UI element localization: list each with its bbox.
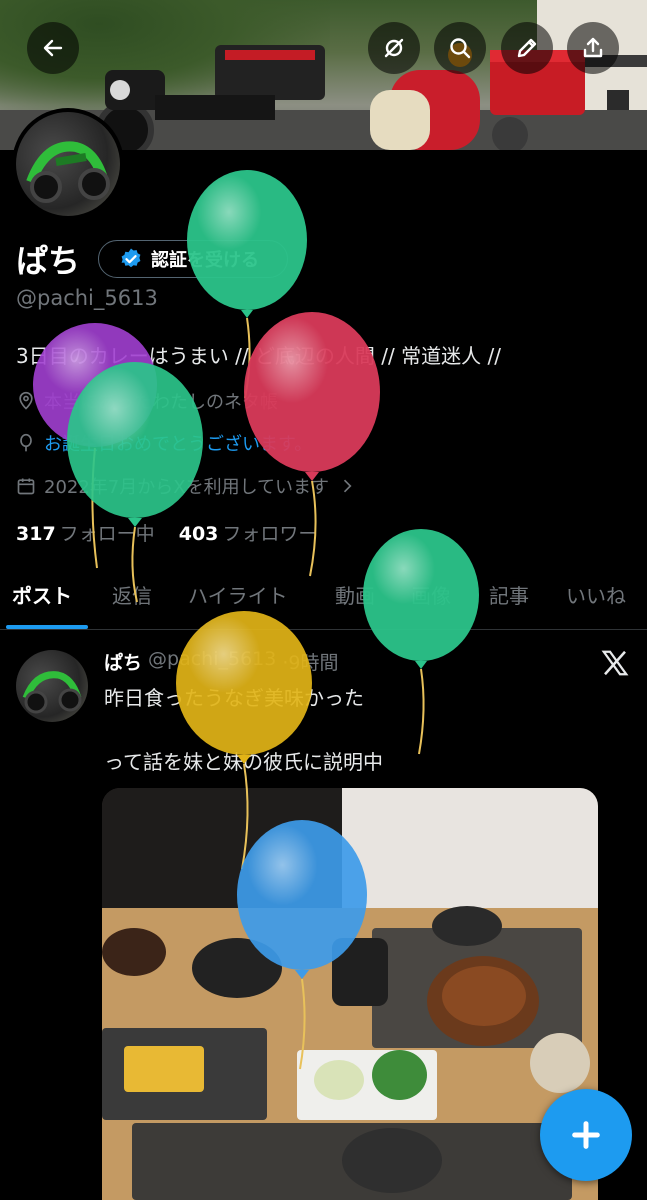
balloon-icon: [20, 433, 32, 452]
post-image[interactable]: [102, 788, 598, 1200]
tab-videos[interactable]: 動画: [335, 580, 375, 609]
following-link[interactable]: 317 フォロー中: [16, 523, 155, 545]
profile-location: 本当にあったわたしのネタ帳: [16, 388, 278, 414]
compose-post-button[interactable]: [540, 1089, 632, 1181]
following-label: フォロー中: [59, 523, 155, 545]
x-logo-icon: [601, 650, 629, 676]
tab-replies[interactable]: 返信: [112, 580, 152, 609]
birthday-link[interactable]: お誕生日おめでとうございます。: [44, 430, 312, 456]
share-button[interactable]: [567, 22, 619, 74]
grok-icon: [384, 38, 404, 58]
arrow-left-icon: [43, 39, 63, 57]
share-icon: [583, 37, 603, 58]
location-text: 本当にあったわたしのネタ帳: [44, 392, 278, 413]
profile-handle: @pachi_5613: [16, 286, 158, 310]
tab-posts[interactable]: ポスト: [12, 580, 72, 609]
search-button[interactable]: [434, 22, 486, 74]
profile-name: ぱち: [16, 242, 81, 280]
joined-text: 2022年7月からXを利用しています: [44, 477, 330, 498]
location-pin-icon: [19, 391, 33, 410]
profile-joined[interactable]: 2022年7月からXを利用しています: [16, 473, 357, 499]
post-text-line-2: って話を妹と妹の彼氏に説明中: [104, 750, 383, 774]
active-tab-indicator: [6, 625, 88, 629]
follow-stats: 317 フォロー中 403 フォロワー: [16, 519, 317, 546]
post-author-handle[interactable]: @pachi_5613: [148, 648, 276, 675]
edit-button[interactable]: [501, 22, 553, 74]
edit-icon: [517, 38, 537, 58]
get-verified-button[interactable]: 認証を受ける: [98, 240, 288, 278]
profile-avatar[interactable]: [12, 108, 124, 220]
profile-bio: 3日目のカレーはうまい // ど底辺の人間 // 常道迷人 //: [16, 344, 501, 368]
tab-likes[interactable]: いいね: [566, 580, 626, 609]
tab-images[interactable]: 画像: [411, 580, 451, 609]
plus-icon: [572, 1121, 600, 1149]
calendar-icon: [17, 478, 35, 495]
profile-tabs: ポスト 返信 ハイライト 動画 画像 記事 いいね: [0, 560, 647, 630]
tab-articles[interactable]: 記事: [489, 580, 529, 609]
following-count: 317: [16, 523, 56, 545]
chevron-right-icon: [343, 479, 352, 493]
profile-birthday: お誕生日おめでとうございます。: [16, 430, 312, 456]
get-verified-label: 認証を受ける: [151, 250, 259, 271]
post-time: ·9時間: [282, 652, 339, 674]
tab-highlights[interactable]: ハイライト: [188, 580, 288, 609]
post-avatar[interactable]: [16, 650, 88, 722]
followers-link[interactable]: 403 フォロワー: [179, 523, 318, 545]
post-text-line-1: 昨日食ったうなぎ美味かった: [104, 686, 364, 710]
verified-badge-icon: [121, 248, 141, 268]
search-icon: [450, 38, 471, 59]
post-header: ぱち @pachi_5613 ·9時間: [104, 648, 338, 675]
followers-label: フォロワー: [222, 523, 318, 545]
black-scooter-image: [96, 45, 325, 150]
post-author-name[interactable]: ぱち: [104, 648, 142, 675]
back-button[interactable]: [27, 22, 79, 74]
followers-count: 403: [178, 523, 219, 545]
grok-button[interactable]: [368, 22, 420, 74]
